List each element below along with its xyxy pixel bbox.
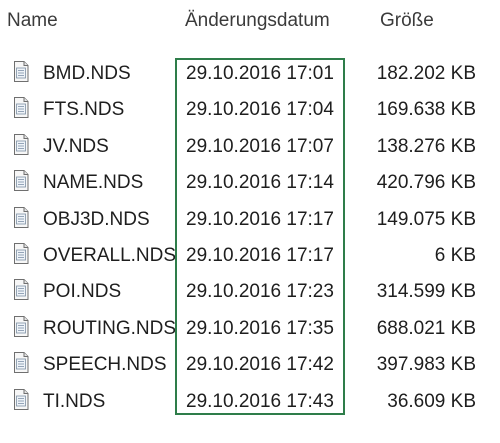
file-icon — [13, 206, 29, 228]
file-name: JV.NDS — [43, 135, 109, 157]
file-date-modified: 29.10.2016 17:42 — [186, 354, 334, 376]
file-name: SPEECH.NDS — [43, 354, 167, 376]
file-size: 6 KB — [434, 244, 476, 266]
file-date-modified: 29.10.2016 17:17 — [186, 208, 334, 230]
file-row[interactable]: TI.NDS 29.10.2016 17:43 36.609 KB — [0, 384, 500, 420]
file-date-modified: 29.10.2016 17:01 — [186, 63, 334, 84]
column-header-name[interactable]: Name — [7, 10, 58, 32]
file-row[interactable]: JV.NDS 29.10.2016 17:07 138.276 KB — [0, 129, 500, 165]
file-name: OBJ3D.NDS — [43, 208, 150, 230]
file-date-modified: 29.10.2016 17:43 — [186, 390, 334, 412]
file-icon — [13, 242, 29, 264]
file-icon — [13, 388, 29, 410]
file-icon — [13, 61, 29, 82]
file-row[interactable]: NAME.NDS 29.10.2016 17:14 420.796 KB — [0, 165, 500, 201]
file-name: ROUTING.NDS — [43, 317, 176, 339]
file-icon — [13, 352, 29, 374]
file-size: 314.599 KB — [376, 281, 476, 303]
file-date-modified: 29.10.2016 17:14 — [186, 172, 334, 194]
file-size: 397.983 KB — [376, 354, 476, 376]
file-date-modified: 29.10.2016 17:17 — [186, 244, 334, 266]
file-date-modified: 29.10.2016 17:23 — [186, 281, 334, 303]
file-size: 138.276 KB — [376, 135, 476, 157]
file-size: 182.202 KB — [376, 63, 476, 84]
file-row[interactable]: BMD.NDS 29.10.2016 17:01 182.202 KB — [0, 56, 500, 92]
file-size: 420.796 KB — [376, 172, 476, 194]
file-icon — [13, 133, 29, 155]
file-name: BMD.NDS — [43, 63, 131, 84]
file-icon — [13, 97, 29, 119]
file-date-modified: 29.10.2016 17:04 — [186, 99, 334, 121]
file-row[interactable]: POI.NDS 29.10.2016 17:23 314.599 KB — [0, 274, 500, 310]
file-name: OVERALL.NDS — [43, 244, 177, 266]
file-size: 169.638 KB — [376, 99, 476, 121]
file-name: TI.NDS — [43, 390, 106, 412]
file-name: POI.NDS — [43, 281, 122, 303]
column-header-size[interactable]: Größe — [380, 10, 434, 32]
file-name: FTS.NDS — [43, 99, 125, 121]
file-size: 149.075 KB — [376, 208, 476, 230]
file-size: 36.609 KB — [387, 390, 476, 412]
file-row[interactable]: ROUTING.NDS 29.10.2016 17:35 688.021 KB — [0, 311, 500, 347]
file-icon — [13, 279, 29, 301]
file-date-modified: 29.10.2016 17:07 — [186, 135, 334, 157]
file-icon — [13, 170, 29, 192]
file-date-modified: 29.10.2016 17:35 — [186, 317, 334, 339]
file-size: 688.021 KB — [376, 317, 476, 339]
file-icon — [13, 315, 29, 337]
file-row[interactable]: SPEECH.NDS 29.10.2016 17:42 397.983 KB — [0, 347, 500, 383]
file-name: NAME.NDS — [43, 172, 144, 194]
file-row[interactable]: FTS.NDS 29.10.2016 17:04 169.638 KB — [0, 92, 500, 128]
file-row[interactable]: OBJ3D.NDS 29.10.2016 17:17 149.075 KB — [0, 202, 500, 238]
file-row[interactable]: OVERALL.NDS 29.10.2016 17:17 6 KB — [0, 238, 500, 274]
column-header-date-modified[interactable]: Änderungsdatum — [185, 10, 330, 32]
file-list: BMD.NDS 29.10.2016 17:01 182.202 KB FTS.NDS… — [0, 56, 500, 420]
